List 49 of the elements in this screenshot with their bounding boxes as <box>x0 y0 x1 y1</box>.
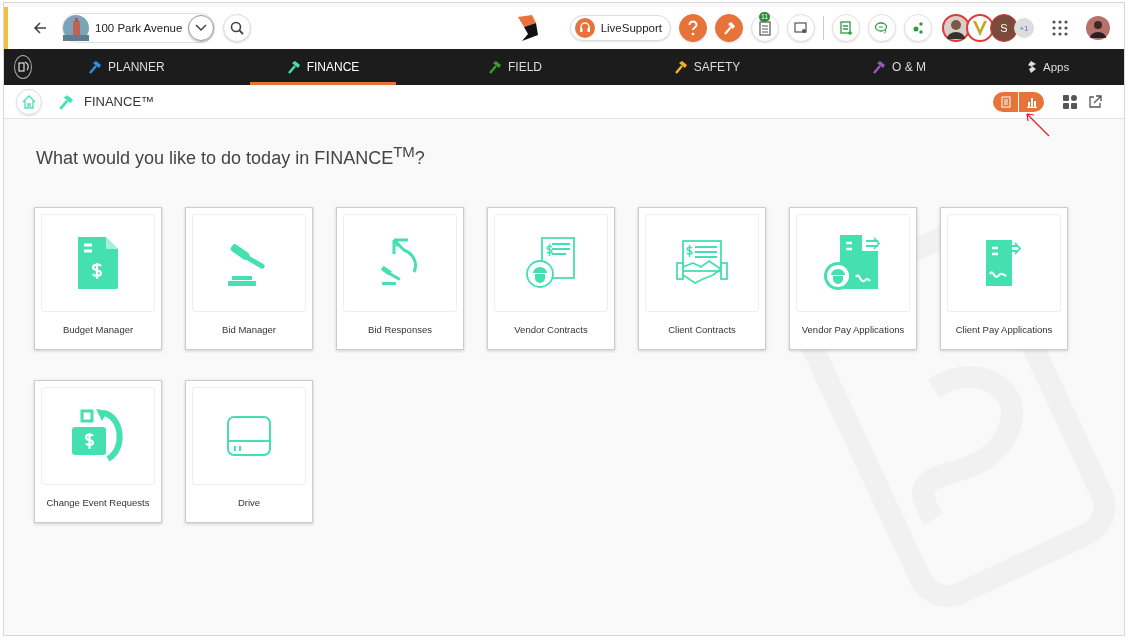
page-title: FINANCE™ <box>84 94 155 109</box>
apps-button[interactable]: Apps <box>1018 49 1076 85</box>
member-avatar[interactable]: S <box>990 14 1018 42</box>
headset-icon <box>574 18 595 38</box>
chat-icon[interactable] <box>868 14 896 42</box>
list-view-button[interactable] <box>993 91 1018 112</box>
document-icon <box>1000 95 1011 108</box>
contact-card-icon[interactable] <box>787 14 815 42</box>
external-link-icon[interactable] <box>1088 94 1102 109</box>
app-tile[interactable]: Client Contracts <box>638 207 766 350</box>
help-icon[interactable] <box>679 14 707 42</box>
widgets-icon[interactable] <box>1062 93 1078 110</box>
app-tile[interactable]: Change Event Requests <box>34 380 162 523</box>
nav-tab[interactable]: PLANNER <box>58 49 204 85</box>
arrow-left-icon <box>33 21 47 35</box>
bar-chart-icon <box>1025 95 1038 108</box>
chevron-down-icon <box>195 24 208 32</box>
user-avatar[interactable] <box>1086 16 1110 40</box>
budget-document-icon <box>76 235 120 291</box>
project-name: 100 Park Avenue <box>95 22 183 34</box>
app-tile[interactable]: Vendor Contracts <box>487 207 615 350</box>
avatar-icon[interactable] <box>942 14 970 42</box>
nav-tab[interactable]: FIELD <box>442 49 588 85</box>
add-document-icon[interactable] <box>832 14 860 42</box>
checklist-icon <box>757 19 773 37</box>
drive-icon <box>226 415 272 457</box>
app-tile[interactable]: Bid Responses <box>336 207 464 350</box>
pointer-arrow <box>1024 111 1050 137</box>
contract-worker-icon <box>524 236 578 290</box>
app-tile[interactable]: Budget Manager <box>34 207 162 350</box>
search-icon <box>230 21 245 35</box>
chart-view-button[interactable] <box>1019 91 1044 112</box>
app-tile[interactable]: Client Pay Applications <box>940 207 1068 350</box>
app-tile[interactable]: Drive <box>185 380 313 523</box>
search-button[interactable] <box>223 14 252 42</box>
nav-tab[interactable]: SAFETY <box>634 49 780 85</box>
page-heading: What would you like to do today in FINANCE$^{TM}$? <box>36 143 426 169</box>
app-grid-icon[interactable] <box>1052 20 1068 36</box>
home-icon <box>21 93 37 110</box>
network-icon[interactable] <box>904 14 932 42</box>
app-tile[interactable]: Bid Manager <box>185 207 313 350</box>
hammer-icon <box>58 93 74 110</box>
pay-application-icon <box>984 238 1024 288</box>
handshake-contract-icon <box>675 239 729 287</box>
app-tile[interactable]: Vendor Pay Applications <box>789 207 917 350</box>
nav-tab[interactable]: O & M <box>826 49 972 85</box>
live-support-button[interactable]: LiveSupport <box>569 15 671 41</box>
hammer-icon[interactable] <box>715 14 743 42</box>
avatar-icon[interactable] <box>966 14 994 42</box>
